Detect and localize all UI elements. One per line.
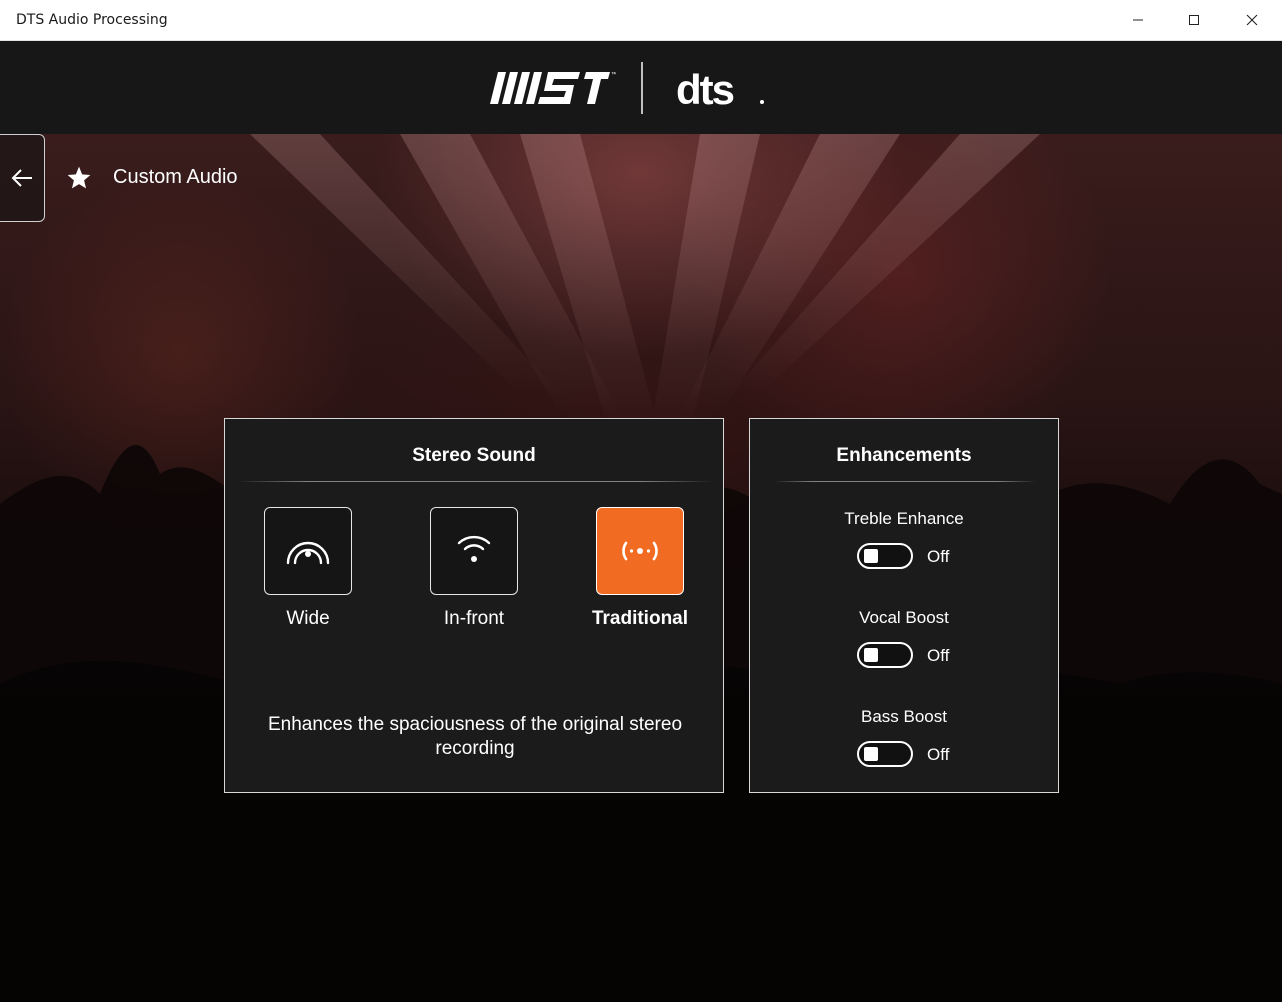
- maximize-button[interactable]: [1166, 0, 1222, 40]
- toggle-knob: [864, 648, 878, 662]
- in-front-icon: [457, 535, 491, 562]
- divider: [237, 481, 713, 482]
- svg-text:™: ™: [611, 71, 616, 78]
- stereo-sound-panel: Stereo Sound Wide In-front Traditional E…: [224, 418, 724, 793]
- mode-traditional-button[interactable]: [596, 507, 684, 595]
- divider: [774, 481, 1036, 482]
- mode-in-front-label: In-front: [443, 608, 505, 629]
- bass-boost-toggle[interactable]: [857, 741, 913, 767]
- arrow-left-icon: [11, 169, 32, 187]
- maximize-icon: [1189, 15, 1199, 25]
- minimize-button[interactable]: [1110, 0, 1166, 40]
- treble-enhance-state: Off: [927, 547, 950, 566]
- treble-enhance-toggle[interactable]: [857, 543, 913, 569]
- star-icon: [67, 166, 91, 189]
- svg-text:dts: dts: [676, 70, 734, 110]
- traditional-icon: [622, 541, 658, 561]
- mode-wide-button[interactable]: [264, 507, 352, 595]
- stereo-sound-title: Stereo Sound: [412, 445, 536, 466]
- mode-description: Enhances the spaciousness of the origina…: [267, 714, 683, 759]
- dts-logo: dts: [676, 70, 764, 110]
- close-icon: [1246, 14, 1258, 26]
- mode-in-front-button[interactable]: [430, 507, 518, 595]
- wide-icon: [286, 541, 330, 565]
- mode-wide-label: Wide: [286, 608, 330, 629]
- mode-traditional-label: Traditional: [591, 608, 689, 629]
- page-title: Custom Audio: [113, 166, 238, 188]
- bass-boost-state: Off: [927, 745, 950, 764]
- window-title: DTS Audio Processing: [16, 12, 168, 28]
- title-bar: DTS Audio Processing: [0, 0, 1282, 41]
- back-button[interactable]: [0, 134, 45, 222]
- logo-divider: [641, 62, 643, 114]
- msi-logo: ™: [490, 71, 616, 104]
- bass-boost-label: Bass Boost: [861, 707, 947, 726]
- enhancements-panel: Enhancements Treble Enhance Off Vocal Bo…: [749, 418, 1059, 793]
- close-button[interactable]: [1224, 0, 1280, 40]
- vocal-boost-toggle[interactable]: [857, 642, 913, 668]
- vocal-boost-state: Off: [927, 646, 950, 665]
- enhancements-title: Enhancements: [836, 445, 972, 466]
- toggle-knob: [864, 747, 878, 761]
- toggle-knob: [864, 549, 878, 563]
- treble-enhance-label: Treble Enhance: [844, 509, 964, 528]
- vocal-boost-label: Vocal Boost: [859, 608, 949, 627]
- minimize-icon: [1133, 19, 1143, 21]
